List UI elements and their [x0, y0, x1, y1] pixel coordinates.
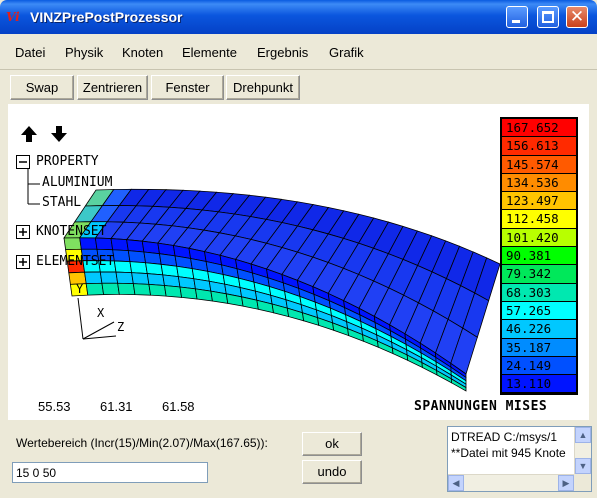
axis-label-x: X: [97, 306, 105, 320]
mesh-element: [132, 283, 152, 296]
mesh-element: [194, 288, 213, 302]
expand-icon[interactable]: [16, 255, 30, 269]
legend-entry: 79.342: [502, 265, 576, 284]
mesh-element: [110, 238, 129, 252]
mesh-element: [117, 282, 136, 296]
mesh-element: [99, 271, 119, 284]
log-output[interactable]: DTREAD C:/msys/1 **Datei mit 945 Knote ▲…: [447, 426, 592, 492]
ok-button[interactable]: ok: [302, 432, 362, 456]
legend-entry: 13.110: [502, 375, 576, 394]
arrow-up-icon[interactable]: [21, 126, 37, 142]
mesh-element: [113, 260, 133, 274]
legend-entry: 134.536: [502, 173, 576, 193]
fe-mesh: [63, 188, 501, 392]
mesh-element: [148, 283, 167, 297]
mesh-element: [143, 251, 162, 265]
tree-item-stahl[interactable]: STAHL: [42, 195, 81, 210]
tree-lines: [27, 169, 40, 205]
log-line: DTREAD C:/msys/1: [451, 430, 558, 444]
mesh-element: [146, 273, 165, 286]
value-label: 61.31: [100, 399, 133, 414]
menu-datei[interactable]: Datei: [15, 45, 45, 60]
mesh-element: [101, 282, 120, 295]
minimize-icon: [512, 20, 520, 23]
maximize-icon: [542, 11, 554, 23]
close-button[interactable]: ✕: [566, 6, 588, 28]
scroll-left-icon[interactable]: ◀: [448, 475, 464, 491]
maximize-button[interactable]: [537, 6, 559, 28]
range-input[interactable]: 15 0 50: [12, 462, 208, 483]
axis-label-z: Z: [117, 320, 125, 334]
mesh-element: [94, 237, 114, 251]
drehpunkt-button[interactable]: Drehpunkt: [226, 75, 300, 100]
undo-button[interactable]: undo: [302, 460, 362, 484]
menu-grafik[interactable]: Grafik: [329, 45, 364, 60]
mesh-element: [127, 250, 147, 264]
collapse-icon[interactable]: [16, 155, 30, 169]
legend-entry: 145.574: [502, 155, 576, 174]
minimize-button[interactable]: [506, 6, 528, 28]
mesh-element: [145, 262, 164, 276]
arrow-down-icon[interactable]: [51, 126, 67, 142]
legend-entry: 123.497: [502, 192, 576, 211]
mesh-element: [129, 261, 148, 274]
scroll-right-icon[interactable]: ▶: [558, 475, 574, 491]
scroll-up-icon[interactable]: ▲: [575, 427, 591, 443]
legend-entry: 90.381: [502, 247, 576, 266]
color-legend: 167.652 156.613 145.574 134.536 123.497 112.4…: [500, 117, 578, 395]
value-label: 61.58: [162, 399, 195, 414]
model-viewport[interactable]: PROPERTY ALUMINIUM STAHL KNOTENSET ELEME…: [8, 104, 589, 420]
tree-property[interactable]: PROPERTY: [36, 154, 99, 169]
mesh-element: [63, 237, 82, 251]
mesh-element: [84, 271, 103, 285]
legend-entry: 46.226: [502, 320, 576, 339]
mesh-element: [179, 286, 198, 300]
mesh-element: [163, 285, 183, 298]
expand-icon[interactable]: [16, 225, 30, 239]
mesh-element: [79, 237, 98, 250]
window-title: VINZPrePostProzessor: [30, 9, 183, 25]
legend-entry: 24.149: [502, 356, 576, 376]
menu-elemente[interactable]: Elemente: [182, 45, 237, 60]
range-label: Wertebereich (Incr(15)/Min(2.07)/Max(167…: [16, 436, 268, 450]
tree-item-aluminium[interactable]: ALUMINIUM: [42, 175, 112, 190]
scroll-down-icon[interactable]: ▼: [575, 458, 591, 474]
legend-entry: 167.652: [502, 119, 576, 138]
mesh-element: [115, 271, 134, 285]
legend-entry: 112.458: [502, 210, 576, 229]
log-line: **Datei mit 945 Knote: [451, 446, 566, 460]
swap-button[interactable]: Swap: [10, 75, 74, 100]
menu-ergebnis[interactable]: Ergebnis: [257, 45, 308, 60]
zentrieren-button[interactable]: Zentrieren: [77, 75, 148, 100]
menu-bar: Datei Physik Knoten Elemente Ergebnis Gr…: [0, 34, 597, 70]
mesh-element: [85, 282, 105, 296]
axis-label-y: Y: [76, 282, 84, 296]
mesh-element: [112, 249, 131, 263]
legend-entry: 101.420: [502, 228, 576, 248]
legend-entry: 68.303: [502, 283, 576, 302]
tree-knotenset[interactable]: KNOTENSET: [36, 224, 106, 239]
app-icon: Vi: [6, 10, 20, 24]
title-bar: Vi VINZPrePostProzessor ✕: [0, 0, 597, 34]
result-type-label: SPANNUNGEN MISES: [414, 399, 548, 414]
menu-physik[interactable]: Physik: [65, 45, 103, 60]
fenster-button[interactable]: Fenster: [151, 75, 224, 100]
mesh-element: [126, 239, 145, 253]
vertical-scrollbar[interactable]: ▲ ▼: [574, 427, 591, 475]
mesh-element: [131, 272, 150, 285]
value-label: 55.53: [38, 399, 71, 414]
tree-elementset[interactable]: ELEMENTSET: [36, 254, 114, 269]
legend-entry: 35.187: [502, 338, 576, 357]
horizontal-scrollbar[interactable]: ◀ ▶: [448, 474, 575, 491]
close-icon: ✕: [569, 7, 585, 26]
menu-knoten[interactable]: Knoten: [122, 45, 163, 60]
toolbar: Swap Zentrieren Fenster Drehpunkt: [0, 70, 597, 104]
scroll-corner: [574, 474, 591, 491]
legend-entry: 57.265: [502, 301, 576, 321]
legend-entry: 156.613: [502, 137, 576, 156]
